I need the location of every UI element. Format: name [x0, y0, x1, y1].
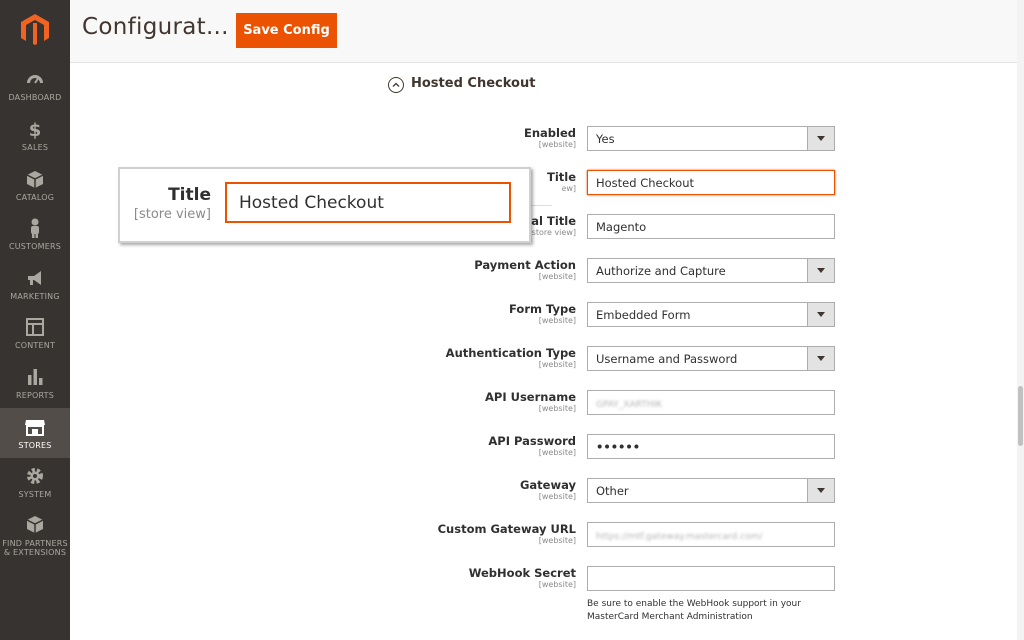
field-row-enabled: Enabled [website] Yes	[380, 126, 840, 156]
section-title: Hosted Checkout	[411, 76, 536, 91]
webhook-note: Be sure to enable the WebHook support in…	[587, 599, 801, 622]
sidebar-item-label: SYSTEM	[18, 490, 52, 499]
webhook-secret-input[interactable]	[587, 566, 835, 591]
field-row-form-type: Form Type [website] Embedded Form	[380, 302, 840, 332]
field-label: Gateway [website]	[519, 478, 576, 501]
title-input[interactable]: Hosted Checkout	[587, 170, 835, 195]
save-config-button[interactable]: Save Config	[236, 13, 337, 48]
sidebar-item-label: MARKETING	[10, 292, 60, 301]
sidebar-item-marketing[interactable]: MARKETING	[0, 267, 70, 317]
scrollbar[interactable]	[1017, 0, 1024, 640]
admin-sidebar: DASHBOARD $ SALES CATALOG CUSTOMERS MARK…	[0, 0, 70, 640]
dropdown-arrow-icon	[807, 347, 834, 370]
field-label: Enabled [website]	[523, 126, 576, 149]
page-title: Configurat...	[82, 14, 229, 40]
field-row-api-password: API Password [website] ••••••	[380, 434, 840, 464]
layout-icon	[26, 318, 44, 336]
sidebar-item-label: SALES	[21, 143, 49, 152]
collapse-chevron-icon	[388, 77, 404, 93]
sidebar-item-label-line2: & EXTENSIONS	[3, 548, 67, 557]
field-label: Form Type [website]	[509, 302, 576, 325]
enabled-select[interactable]: Yes	[587, 126, 835, 151]
sidebar-item-label: CUSTOMERS	[8, 242, 62, 251]
authentication-type-select[interactable]: Username and Password	[587, 346, 835, 371]
sidebar-item-label: FIND PARTNERS	[2, 539, 68, 548]
dropdown-arrow-icon	[807, 259, 834, 282]
field-label: Authentication Type [website]	[445, 346, 576, 369]
sidebar-item-label: DASHBOARD	[8, 93, 62, 102]
sidebar-item-system[interactable]: SYSTEM	[0, 465, 70, 515]
megaphone-icon	[28, 271, 41, 285]
callout-label: Title	[168, 185, 211, 205]
dollar-icon: $	[29, 120, 42, 140]
dashboard-icon	[27, 75, 43, 84]
sidebar-item-customers[interactable]: CUSTOMERS	[0, 217, 70, 267]
store-icon	[25, 420, 45, 436]
custom-gateway-url-input[interactable]: https://mtf.gateway.mastercard.com/	[587, 522, 835, 547]
field-label: Custom Gateway URL [website]	[437, 522, 576, 545]
field-row-gateway: Gateway [website] Other	[380, 478, 840, 508]
field-row-webhook-secret: WebHook Secret [website]	[380, 566, 840, 596]
zoom-callout: Title [store view] Hosted Checkout	[118, 167, 531, 243]
gear-icon	[27, 468, 43, 484]
modal-title-input[interactable]: Magento	[587, 214, 835, 239]
gateway-select[interactable]: Other	[587, 478, 835, 503]
sidebar-item-catalog[interactable]: CATALOG	[0, 168, 70, 218]
dropdown-arrow-icon	[807, 303, 834, 326]
scrollbar-thumb[interactable]	[1018, 386, 1023, 446]
svg-text:$: $	[29, 120, 42, 140]
payment-action-select[interactable]: Authorize and Capture	[587, 258, 835, 283]
callout-title-input: Hosted Checkout	[225, 182, 511, 223]
box-icon	[26, 171, 44, 188]
sidebar-item-label: STORES	[18, 441, 52, 450]
person-icon	[31, 218, 39, 238]
field-label: WebHook Secret [website]	[468, 566, 576, 589]
cube-icon	[26, 516, 44, 533]
page-header: Configurat... Save Config	[70, 0, 1017, 63]
field-row-api-username: API Username [website] GPAY_XARTHIK	[380, 390, 840, 420]
field-label: API Password [website]	[488, 434, 576, 457]
dropdown-arrow-icon	[807, 479, 834, 502]
sidebar-item-content[interactable]: CONTENT	[0, 316, 70, 366]
sidebar-item-dashboard[interactable]: DASHBOARD	[0, 68, 70, 118]
sidebar-item-label: CONTENT	[14, 341, 56, 350]
api-username-input[interactable]: GPAY_XARTHIK	[587, 390, 835, 415]
form-type-select[interactable]: Embedded Form	[587, 302, 835, 327]
sidebar-item-label: CATALOG	[15, 193, 55, 202]
bar-chart-icon	[28, 369, 43, 385]
field-row-custom-gateway-url: Custom Gateway URL [website] https://mtf.…	[380, 522, 840, 552]
callout-scope: [store view]	[133, 207, 211, 222]
field-label: API Username [website]	[485, 390, 576, 413]
field-label: Payment Action [website]	[474, 258, 576, 281]
field-row-authentication-type: Authentication Type [website] Username an…	[380, 346, 840, 376]
dropdown-arrow-icon	[807, 127, 834, 150]
api-password-input[interactable]: ••••••	[587, 434, 835, 459]
magento-logo-icon[interactable]	[0, 0, 70, 60]
sidebar-item-label: REPORTS	[15, 391, 55, 400]
sidebar-item-sales[interactable]: $ SALES	[0, 118, 70, 168]
field-row-payment-action: Payment Action [website] Authorize and Ca…	[380, 258, 840, 288]
sidebar-item-stores[interactable]: STORES	[0, 408, 70, 458]
sidebar-item-find-partners[interactable]: FIND PARTNERS & EXTENSIONS	[0, 514, 70, 564]
